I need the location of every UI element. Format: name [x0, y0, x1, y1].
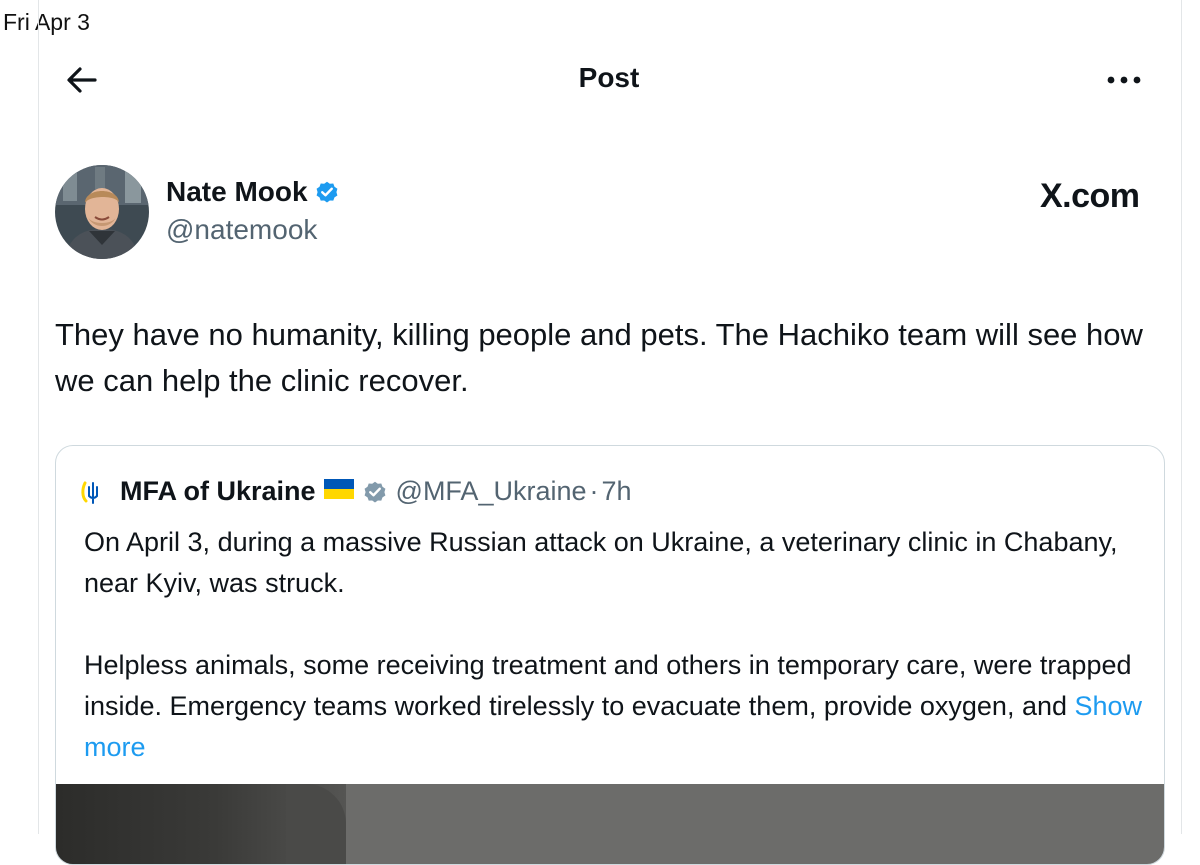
quoted-paragraph-2-text: Helpless animals, some receiving treatme… — [84, 650, 1132, 721]
ukraine-flag-icon — [323, 479, 354, 504]
ukraine-emblem-icon — [81, 481, 98, 504]
quoted-timestamp[interactable]: 7h — [602, 476, 632, 507]
media-photo-content — [56, 784, 346, 864]
quoted-paragraph-2: Helpless animals, some receiving treatme… — [84, 645, 1144, 768]
quoted-media-image[interactable] — [56, 784, 1164, 864]
quoted-author-name[interactable]: MFA of Ukraine — [120, 476, 316, 507]
gray-verified-badge-icon — [362, 479, 388, 505]
quoted-post-card[interactable]: MFA of Ukraine @MFA_Ukraine · 7h On Apri… — [55, 445, 1165, 865]
quoted-author-handle[interactable]: @MFA_Ukraine — [396, 476, 587, 507]
page-title: Post — [578, 62, 640, 93]
avatar[interactable] — [55, 165, 149, 259]
author-handle[interactable]: @natemook — [166, 214, 317, 246]
quoted-separator: · — [589, 476, 599, 506]
quoted-paragraph-1: On April 3, during a massive Russian att… — [84, 527, 1118, 598]
author-name[interactable]: Nate Mook — [166, 176, 308, 208]
author-name-row[interactable]: Nate Mook — [166, 176, 340, 208]
quoted-post-header: MFA of Ukraine @MFA_Ukraine · 7h — [80, 476, 632, 507]
quoted-post-text: On April 3, during a massive Russian att… — [84, 522, 1144, 768]
verified-badge-icon — [316, 181, 337, 203]
more-dots-icon — [1107, 76, 1141, 84]
post-text: They have no humanity, killing people an… — [55, 317, 1143, 398]
more-options-button[interactable] — [1100, 60, 1148, 100]
site-watermark: X.com — [1040, 177, 1140, 215]
avatar-photo — [55, 165, 149, 259]
